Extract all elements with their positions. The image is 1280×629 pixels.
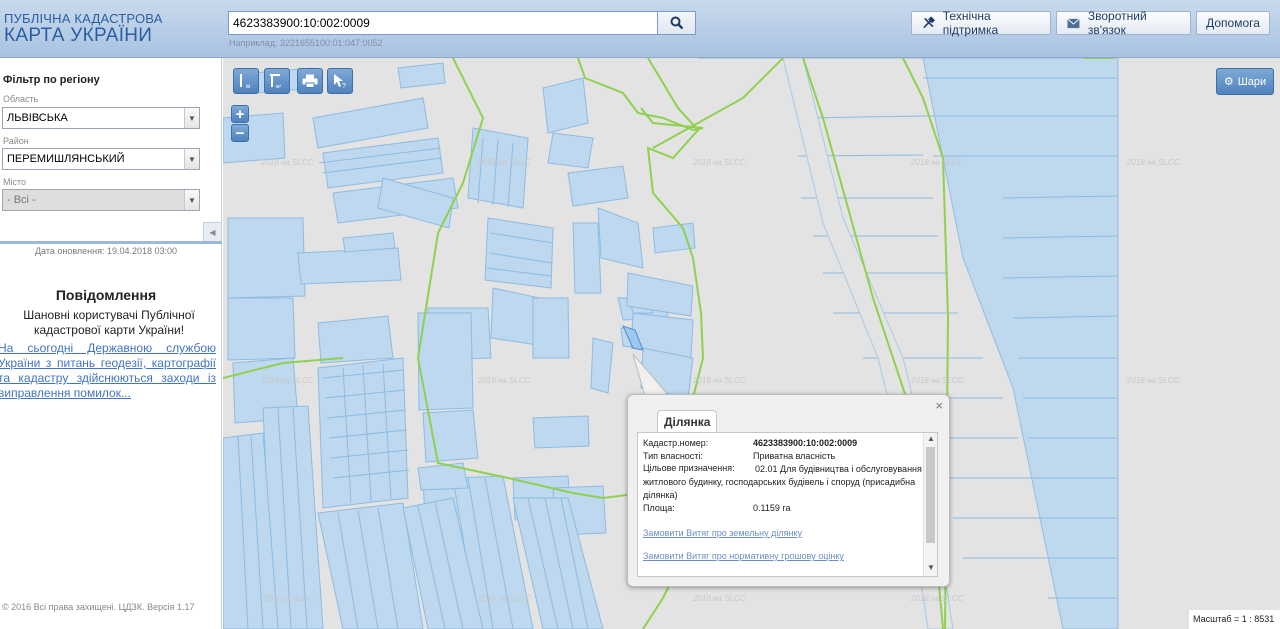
print-button[interactable] <box>297 68 323 94</box>
watermark: 2018 на SLCC <box>911 158 964 167</box>
order-valuation-extract-link[interactable]: Замовити Витяг про нормативну грошову оц… <box>643 551 844 561</box>
filter-title: Фільтр по регіону <box>3 74 100 86</box>
feedback-button[interactable]: Зворотний зв'язок <box>1056 9 1191 37</box>
close-icon[interactable]: × <box>935 398 943 413</box>
help-button[interactable]: Допомога <box>1196 11 1270 35</box>
parcel-details: Кадастр.номер: 4623383900:10:002:0009 Ти… <box>637 432 938 577</box>
measure-distance-button[interactable]: м <box>233 68 259 94</box>
raion-select[interactable]: ПЕРЕМИШЛЯНСЬКИЙ ▼ <box>2 148 200 170</box>
update-date: Дата оновлення: 19.04.2018 03:00 <box>34 246 178 256</box>
scroll-thumb[interactable] <box>926 447 935 543</box>
popup-pointer <box>632 354 671 397</box>
scale-indicator: Масштаб = 1 : 8531 <box>1189 610 1280 629</box>
field-value: 4623383900:10:002:0009 <box>753 438 858 448</box>
svg-text:?: ? <box>342 83 346 89</box>
oblast-label: Область <box>3 94 39 104</box>
city-label: Місто <box>3 177 27 187</box>
chevron-down-icon: ▼ <box>184 108 199 128</box>
cursor-question-icon: ? <box>334 74 346 89</box>
raion-label: Район <box>3 136 29 146</box>
support-label: Технічна підтримка <box>942 9 999 37</box>
layers-button[interactable]: ⚙ Шари <box>1216 68 1274 95</box>
zoom-out-button[interactable]: − <box>231 124 249 142</box>
watermark: 2018 на SLCC <box>693 594 746 603</box>
raion-value: ПЕРЕМИШЛЯНСЬКИЙ <box>7 153 125 165</box>
cadastral-search-input[interactable] <box>228 11 658 35</box>
measure-area-button[interactable]: м² <box>264 68 290 94</box>
ruler-distance-icon: м <box>240 74 250 90</box>
printer-icon <box>302 74 318 88</box>
zoom-in-button[interactable]: + <box>231 105 249 123</box>
oblast-select[interactable]: ЛЬВІВСЬКА ▼ <box>2 107 200 129</box>
scroll-down-icon[interactable]: ▼ <box>924 563 937 575</box>
field-key: Кадастр.номер: <box>643 438 709 448</box>
city-value: - Всі - <box>7 194 36 206</box>
copyright-footer: © 2016 Всі права захищені. ЦДЗК. Версія … <box>2 602 195 612</box>
cadastral-map[interactable]: 2018 на SLCC 2018 на SLCC 2018 на SLCC 2… <box>223 58 1280 629</box>
watermark: 2018 на SLCC <box>478 376 531 385</box>
tab-parcel[interactable]: Ділянка <box>657 410 718 433</box>
message-link[interactable]: На сьогодні Державною службою України з … <box>0 341 216 401</box>
sidebar: Фільтр по регіону Область ЛЬВІВСЬКА ▼ Ра… <box>0 58 222 629</box>
purpose-value: 02.01 Для будівництва і обслуговування ж… <box>643 464 922 500</box>
watermark: 2018 на SLCC <box>1127 158 1180 167</box>
scroll-up-icon[interactable]: ▲ <box>924 434 937 446</box>
help-label: Допомога <box>1206 16 1260 30</box>
logo-line2: КАРТА УКРАЇНИ <box>4 25 153 46</box>
watermark: 2018 на SLCC <box>693 158 746 167</box>
layers-label: Шари <box>1237 75 1267 88</box>
oblast-value: ЛЬВІВСЬКА <box>7 112 68 124</box>
watermark: 2018 на SLCC <box>478 158 531 167</box>
message-title: Повідомлення <box>55 287 157 303</box>
watermark: 2018 на SLCC <box>478 594 531 603</box>
field-value: Приватна власність <box>753 451 836 461</box>
logo-line1: ПУБЛІЧНА КАДАСТРОВА <box>4 11 163 26</box>
city-select[interactable]: - Всі - ▼ <box>2 189 200 211</box>
parcel-info-popup: × Ділянка Кадастр.номер: 4623383900:10:0… <box>627 394 950 587</box>
search-hint: Наприклад: 3221655100:01:047:0052 <box>229 38 383 48</box>
tools-icon <box>923 16 935 29</box>
header-bar: ПУБЛІЧНА КАДАСТРОВА КАРТА УКРАЇНИ Наприк… <box>0 0 1280 58</box>
message-body: Шановні користувачі Публічної кадастрово… <box>23 308 195 337</box>
watermark: 2018 на SLCC <box>911 594 964 603</box>
watermark: 2018 на SLCC <box>1127 376 1180 385</box>
field-key: Тип власності: <box>643 451 703 461</box>
support-button[interactable]: Технічна підтримка <box>911 9 1051 37</box>
envelope-icon <box>1067 18 1080 28</box>
gear-icon: ⚙ <box>1223 76 1234 88</box>
field-key: Площа: <box>643 503 675 513</box>
watermark: 2018 на SLCC <box>693 376 746 385</box>
svg-text:м²: м² <box>276 84 281 90</box>
watermark: 2018 на SLCC <box>261 158 314 167</box>
popup-scrollbar[interactable]: ▲ ▼ <box>923 433 937 576</box>
search-button[interactable] <box>657 11 696 35</box>
svg-text:м: м <box>246 84 250 90</box>
watermark: 2018 на SLCC <box>261 376 314 385</box>
site-logo[interactable]: ПУБЛІЧНА КАДАСТРОВА КАРТА УКРАЇНИ <box>4 12 163 45</box>
identify-button[interactable]: ? <box>327 68 353 94</box>
chevron-down-icon: ▼ <box>184 149 199 169</box>
ruler-area-icon: м² <box>270 74 281 90</box>
search-icon <box>670 16 683 30</box>
sidebar-divider <box>0 241 222 244</box>
collapse-sidebar-button[interactable]: ◀ <box>203 222 222 242</box>
chevron-down-icon: ▼ <box>184 190 199 210</box>
watermark: 2018 на SLCC <box>261 594 314 603</box>
field-value: 0.1159 га <box>753 503 791 513</box>
watermark: 2018 на SLCC <box>911 376 964 385</box>
order-parcel-extract-link[interactable]: Замовити Витяг про земельну ділянку <box>643 528 802 538</box>
feedback-label: Зворотний зв'язок <box>1087 9 1147 37</box>
